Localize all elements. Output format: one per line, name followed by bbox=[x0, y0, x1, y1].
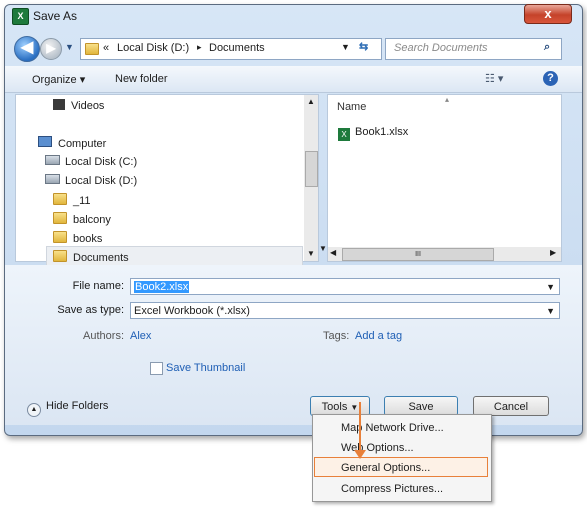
excel-icon: X bbox=[12, 8, 29, 25]
hide-folders-label: Hide Folders bbox=[46, 400, 109, 412]
tools-dropdown-menu: Map Network Drive... Web Options... Gene… bbox=[312, 414, 492, 502]
file-name-dropdown-icon[interactable]: ▼ bbox=[546, 279, 555, 296]
forward-button[interactable]: ▶ bbox=[40, 38, 62, 60]
cancel-button[interactable]: Cancel bbox=[473, 396, 549, 416]
collapse-arrow-icon: ▲ bbox=[27, 403, 41, 417]
breadcrumb-local-disk-d[interactable]: Local Disk (D:) bbox=[117, 42, 189, 54]
help-icon[interactable]: ? bbox=[543, 71, 558, 86]
save-as-type-select[interactable]: Excel Workbook (*.xlsx) ▼ bbox=[130, 302, 560, 319]
hscrollbar-thumb[interactable]: III bbox=[342, 248, 494, 261]
file-list-pane: Name ▴ X Book1.xlsx ◀ III ▶ bbox=[327, 94, 562, 262]
tags-value[interactable]: Add a tag bbox=[355, 330, 402, 342]
tree-item-label: books bbox=[73, 233, 103, 245]
excel-file-icon: X bbox=[338, 128, 350, 141]
tree-item-books[interactable]: books bbox=[53, 231, 102, 245]
general-options-label: General Options... bbox=[341, 462, 431, 474]
drive-icon bbox=[45, 155, 60, 165]
callout-arrow-head-icon bbox=[354, 450, 366, 459]
organize-button[interactable]: Organize ▾ bbox=[32, 73, 85, 86]
callout-arrow-line bbox=[359, 402, 361, 452]
address-bar[interactable]: « Local Disk (D:) ▸ Documents ▼ ⇆ bbox=[80, 38, 382, 60]
tree-item-label: Local Disk (C:) bbox=[65, 156, 138, 168]
tree-item-label: Computer bbox=[58, 138, 107, 150]
recent-locations-dropdown[interactable]: ▼ bbox=[65, 42, 74, 52]
tree-item-local-disk-c[interactable]: Local Disk (C:) bbox=[45, 155, 137, 168]
tags-label: Tags: bbox=[323, 330, 350, 342]
menu-item-compress-pictures[interactable]: Compress Pictures... bbox=[341, 483, 443, 495]
authors-label: Authors: bbox=[83, 330, 124, 342]
tree-item-documents[interactable]: Documents bbox=[46, 246, 303, 266]
change-view-button[interactable]: ☷ ▾ bbox=[485, 72, 503, 85]
computer-icon bbox=[38, 136, 52, 147]
tree-item-label: Documents bbox=[73, 252, 129, 264]
save-as-type-value: Excel Workbook (*.xlsx) bbox=[134, 305, 250, 317]
scroll-up-arrow-icon[interactable]: ▲ bbox=[307, 97, 315, 106]
menu-item-general-options[interactable]: General Options... bbox=[314, 457, 488, 477]
tree-item-label: _11 bbox=[73, 195, 91, 207]
authors-value[interactable]: Alex bbox=[130, 330, 151, 342]
breadcrumb-documents[interactable]: Documents bbox=[209, 42, 265, 54]
menu-item-web-options[interactable]: Web Options... bbox=[341, 442, 414, 454]
folder-icon bbox=[53, 231, 67, 243]
close-button[interactable]: x bbox=[524, 4, 572, 24]
file-name-input[interactable]: Book2.xlsx ▼ bbox=[130, 278, 560, 295]
back-arrow-icon: ◀ bbox=[20, 39, 34, 56]
save-as-type-label: Save as type: bbox=[57, 304, 124, 316]
folder-icon bbox=[53, 193, 67, 205]
menu-item-map-network-drive[interactable]: Map Network Drive... bbox=[341, 422, 444, 434]
tree-item-local-disk-d[interactable]: Local Disk (D:) bbox=[45, 174, 137, 187]
dialog-title: Save As bbox=[33, 9, 78, 23]
scroll-left-arrow-icon[interactable]: ◀ bbox=[330, 248, 336, 257]
search-input[interactable]: Search Documents ⌕ bbox=[385, 38, 562, 60]
back-button[interactable]: ◀ bbox=[14, 36, 40, 62]
hide-folders-button[interactable]: ▲ Hide Folders bbox=[27, 400, 108, 417]
tools-label: Tools bbox=[321, 401, 348, 413]
tree-item-folder-11[interactable]: _11 bbox=[53, 193, 91, 207]
scroll-right-arrow-icon[interactable]: ▶ bbox=[550, 248, 556, 257]
save-button[interactable]: Save bbox=[384, 396, 458, 416]
scroll-down-arrow-icon[interactable]: ▼ bbox=[307, 249, 315, 258]
video-library-icon bbox=[53, 99, 65, 110]
tree-item-label: Videos bbox=[71, 100, 105, 112]
forward-arrow-icon: ▶ bbox=[46, 41, 56, 55]
command-toolbar: Organize ▾ New folder ☷ ▾ ? bbox=[5, 66, 582, 93]
save-as-type-dropdown-icon[interactable]: ▼ bbox=[546, 303, 555, 320]
refresh-icon[interactable]: ⇆ bbox=[359, 40, 368, 53]
tree-item-balcony[interactable]: balcony bbox=[53, 212, 111, 226]
sort-indicator-icon: ▴ bbox=[445, 95, 450, 104]
search-icon[interactable]: ⌕ bbox=[544, 41, 550, 54]
new-folder-button[interactable]: New folder bbox=[115, 73, 168, 85]
save-thumbnail-label[interactable]: Save Thumbnail bbox=[166, 362, 245, 374]
file-item-label: Book1.xlsx bbox=[355, 126, 409, 138]
tree-item-videos[interactable]: Videos bbox=[53, 99, 104, 112]
tree-item-label: Local Disk (D:) bbox=[65, 175, 138, 187]
save-thumbnail-checkbox[interactable] bbox=[150, 362, 163, 375]
folder-icon bbox=[53, 250, 67, 262]
file-name-value: Book2.xlsx bbox=[134, 281, 190, 293]
file-name-label: File name: bbox=[72, 280, 124, 292]
folder-icon bbox=[85, 43, 99, 55]
breadcrumb-overflow[interactable]: « bbox=[103, 42, 109, 54]
tools-button[interactable]: Tools ▼ bbox=[310, 396, 370, 416]
pane-splitter-down-icon[interactable]: ▼ bbox=[319, 244, 327, 253]
search-placeholder: Search Documents bbox=[394, 42, 488, 54]
address-dropdown-icon[interactable]: ▼ bbox=[341, 42, 350, 52]
drive-icon bbox=[45, 174, 60, 184]
file-item-book1[interactable]: X Book1.xlsx bbox=[338, 126, 408, 141]
folder-icon bbox=[53, 212, 67, 224]
tree-item-label: balcony bbox=[73, 214, 111, 226]
tree-item-computer[interactable]: Computer bbox=[38, 136, 106, 150]
breadcrumb-separator-icon[interactable]: ▸ bbox=[197, 42, 202, 53]
navigation-pane-scrollbar[interactable]: ▲ ▼ bbox=[304, 95, 318, 261]
name-column-header[interactable]: Name bbox=[337, 101, 366, 113]
scrollbar-thumb[interactable] bbox=[305, 151, 318, 187]
tools-dropdown-icon: ▼ bbox=[350, 403, 359, 412]
navigation-pane: Videos Computer Local Disk (C:) Local Di… bbox=[15, 94, 319, 266]
file-list-hscrollbar[interactable]: ◀ III ▶ bbox=[328, 247, 561, 261]
